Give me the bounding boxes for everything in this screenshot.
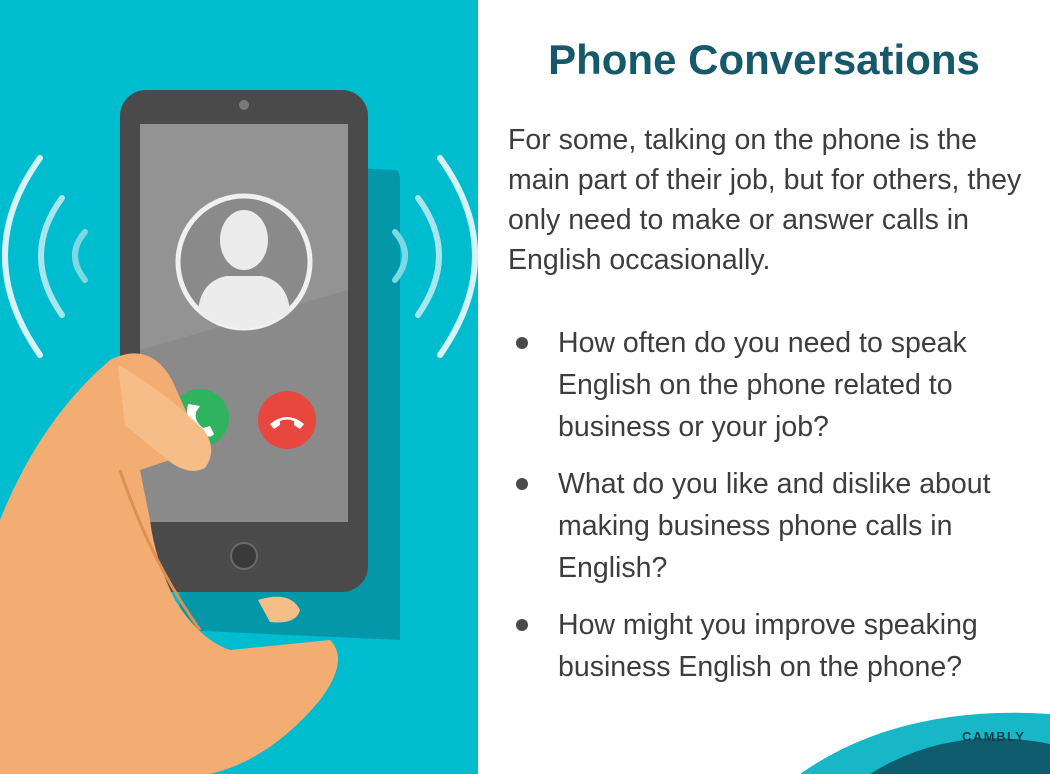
content-panel: Phone Conversations For some, talking on… [478, 0, 1050, 774]
bullet-icon [516, 337, 528, 349]
question-text: How might you improve speaking business … [558, 609, 978, 683]
question-item: How often do you need to speak English o… [516, 322, 1028, 448]
page-title: Phone Conversations [548, 36, 980, 83]
question-item: How might you improve speaking business … [516, 604, 1028, 688]
question-list: How often do you need to speak English o… [516, 322, 1028, 703]
bullet-icon [516, 619, 528, 631]
signal-waves-left-icon [2, 155, 88, 358]
question-text: What do you like and dislike about makin… [558, 468, 991, 584]
intro-paragraph: For some, talking on the phone is the ma… [508, 124, 1022, 276]
decline-call-icon [258, 391, 316, 449]
brand-logo: CAMBLY [962, 729, 1026, 744]
question-item: What do you like and dislike about makin… [516, 463, 1028, 589]
bullet-icon [516, 478, 528, 490]
phone-illustration-svg [0, 90, 478, 774]
phone-camera [239, 100, 249, 110]
phone-call-illustration [0, 0, 478, 774]
home-button [230, 542, 258, 570]
slide: Phone Conversations For some, talking on… [0, 0, 1050, 774]
question-text: How often do you need to speak English o… [558, 327, 967, 443]
contact-avatar-icon [175, 193, 313, 331]
signal-waves-right-icon [392, 155, 478, 358]
